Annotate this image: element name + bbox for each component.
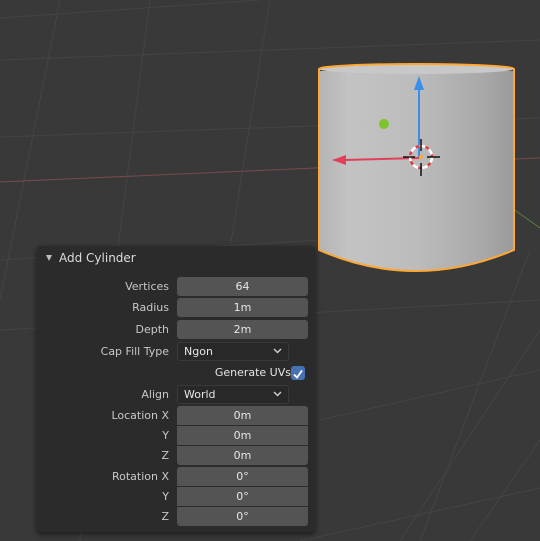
rotation-y-label: Y (162, 490, 169, 503)
triangle-down-icon[interactable] (46, 255, 52, 261)
location-x-row: Location X 0m (37, 406, 315, 425)
vertices-label: Vertices (125, 280, 169, 293)
rotation-z-row: Z 0° (37, 507, 315, 526)
rotation-x-field[interactable]: 0° (177, 467, 308, 486)
depth-row: Depth 2m (37, 320, 315, 339)
depth-label: Depth (135, 323, 169, 336)
generate-uvs-checkbox[interactable] (291, 366, 305, 380)
vertices-row: Vertices 64 (37, 277, 315, 296)
align-value: World (184, 388, 216, 401)
add-cylinder-panel: Add Cylinder Vertices 64 Radius 1m Depth… (37, 246, 315, 532)
location-x-label: Location X (111, 409, 169, 422)
radius-row: Radius 1m (37, 298, 315, 317)
align-row: Align World (37, 385, 315, 404)
rotation-x-label: Rotation X (111, 470, 169, 483)
chevron-down-icon (273, 348, 282, 354)
rotation-y-row: Y 0° (37, 487, 315, 506)
checkmark-icon (293, 369, 303, 379)
vertices-field[interactable]: 64 (177, 277, 308, 296)
cap-fill-label: Cap Fill Type (100, 345, 169, 358)
align-label: Align (141, 388, 169, 401)
rotation-z-field[interactable]: 0° (177, 507, 308, 526)
cap-fill-value: Ngon (184, 345, 213, 358)
location-y-row: Y 0m (37, 426, 315, 445)
location-z-field[interactable]: 0m (177, 446, 308, 465)
cap-fill-dropdown[interactable]: Ngon (177, 342, 289, 361)
panel-header[interactable]: Add Cylinder (37, 246, 315, 270)
align-dropdown[interactable]: World (177, 385, 289, 404)
location-x-field[interactable]: 0m (177, 406, 308, 425)
rotation-x-row: Rotation X 0° (37, 467, 315, 486)
panel-title: Add Cylinder (59, 251, 136, 265)
rotation-y-field[interactable]: 0° (177, 487, 308, 506)
cap-fill-row: Cap Fill Type Ngon (37, 342, 315, 361)
location-z-label: Z (161, 449, 169, 462)
location-y-label: Y (162, 429, 169, 442)
rotation-z-label: Z (161, 510, 169, 523)
chevron-down-icon (273, 391, 282, 397)
location-z-row: Z 0m (37, 446, 315, 465)
generate-uvs-row: Generate UVs (37, 363, 315, 382)
generate-uvs-label: Generate UVs (214, 366, 291, 379)
radius-field[interactable]: 1m (177, 298, 308, 317)
radius-label: Radius (132, 301, 169, 314)
location-y-field[interactable]: 0m (177, 426, 308, 445)
depth-field[interactable]: 2m (177, 320, 308, 339)
